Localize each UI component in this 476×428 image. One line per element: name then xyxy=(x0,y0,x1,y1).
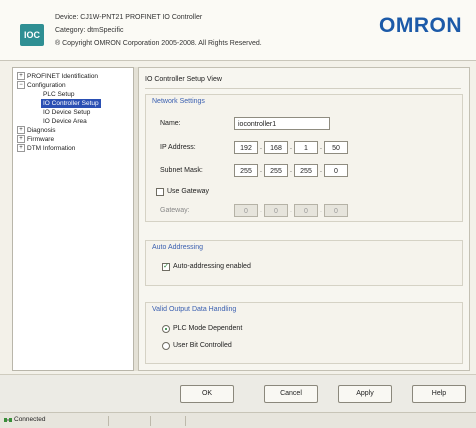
tree-item-dtm-information[interactable]: + DTM Information xyxy=(17,144,75,153)
user-bit-controlled-label: User Bit Controlled xyxy=(173,342,232,349)
gateway-label: Gateway: xyxy=(160,207,190,214)
subnet-octet-3[interactable]: 255 xyxy=(294,164,318,177)
apply-button[interactable]: Apply xyxy=(338,385,392,403)
button-bar: OK Cancel Apply Help xyxy=(0,374,476,413)
tree-item-label: DTM Information xyxy=(27,145,76,152)
tree-item-firmware[interactable]: + Firmware xyxy=(17,135,54,144)
dot: . xyxy=(320,207,322,214)
tree-item-label: Configuration xyxy=(27,82,66,89)
subnet-mask-label: Subnet Mask: xyxy=(160,167,203,174)
name-label: Name: xyxy=(160,120,181,127)
panel-title: IO Controller Setup View xyxy=(145,76,222,83)
gateway-octet-1[interactable]: 0 xyxy=(234,204,258,217)
expand-icon[interactable]: + xyxy=(17,135,25,144)
tree-item-label: Diagnosis xyxy=(27,127,56,134)
gateway-octet-3[interactable]: 0 xyxy=(294,204,318,217)
dot: . xyxy=(290,207,292,214)
dot: . xyxy=(290,167,292,174)
device-line: Device: CJ1W-PNT21 PROFINET IO Controlle… xyxy=(55,14,203,21)
expand-icon[interactable]: + xyxy=(17,72,25,81)
gateway-octet-4[interactable]: 0 xyxy=(324,204,348,217)
group-title: Auto Addressing xyxy=(152,244,203,251)
ip-octet-1[interactable]: 192 xyxy=(234,141,258,154)
plc-mode-dependent-radio[interactable] xyxy=(162,325,170,333)
title-divider xyxy=(145,88,461,89)
use-gateway-label: Use Gateway xyxy=(167,188,210,195)
subnet-octet-2[interactable]: 255 xyxy=(264,164,288,177)
subnet-octet-1[interactable]: 255 xyxy=(234,164,258,177)
name-input[interactable]: iocontroller1 xyxy=(234,117,330,130)
auto-addressing-label: Auto-addressing enabled xyxy=(173,263,251,270)
status-separator xyxy=(185,416,186,426)
valid-output-data-group: Valid Output Data Handling PLC Mode Depe… xyxy=(145,302,463,364)
tree-item-label: PROFINET Identification xyxy=(27,73,99,80)
tree-item-profinet-identification[interactable]: + PROFINET Identification xyxy=(17,72,98,81)
tree-item-io-device-area[interactable]: IO Device Area xyxy=(43,117,87,126)
ok-button[interactable]: OK xyxy=(180,385,234,403)
status-text: Connected xyxy=(14,416,46,423)
collapse-icon[interactable]: − xyxy=(17,81,25,90)
dot: . xyxy=(260,207,262,214)
ip-octet-3[interactable]: 1 xyxy=(294,141,318,154)
tree-item-label: Firmware xyxy=(27,136,55,143)
user-bit-controlled-radio[interactable] xyxy=(162,342,170,350)
radio-selected-dot xyxy=(165,328,167,330)
plc-mode-dependent-label: PLC Mode Dependent xyxy=(173,325,243,332)
status-separator xyxy=(150,416,151,426)
dot: . xyxy=(290,144,292,151)
ip-octet-4[interactable]: 50 xyxy=(324,141,348,154)
auto-addressing-checkbox[interactable]: ✓ xyxy=(162,263,170,271)
tree-item-diagnosis[interactable]: + Diagnosis xyxy=(17,126,56,135)
help-button[interactable]: Help xyxy=(412,385,466,403)
auto-addressing-group: Auto Addressing ✓ Auto-addressing enable… xyxy=(145,240,463,286)
copyright-line: ® Copyright OMRON Corporation 2005-2008.… xyxy=(55,40,262,47)
expand-icon[interactable]: + xyxy=(17,144,25,153)
category-line: Category: dtmSpecific xyxy=(55,27,124,34)
io-controller-setup-panel: IO Controller Setup View Network Setting… xyxy=(138,67,470,371)
dot: . xyxy=(260,144,262,151)
header: IOC Device: CJ1W-PNT21 PROFINET IO Contr… xyxy=(0,0,476,61)
dot: . xyxy=(320,167,322,174)
tree-item-plc-setup[interactable]: PLC Setup xyxy=(43,90,74,99)
dot: . xyxy=(320,144,322,151)
content-area: + PROFINET Identification − Configuration … xyxy=(0,61,476,373)
expand-icon[interactable]: + xyxy=(17,126,25,135)
navigation-tree: + PROFINET Identification − Configuration … xyxy=(12,67,134,371)
tree-item-configuration[interactable]: − Configuration xyxy=(17,81,66,90)
cancel-button[interactable]: Cancel xyxy=(264,385,318,403)
gateway-octet-2[interactable]: 0 xyxy=(264,204,288,217)
network-settings-group: Network Settings Name: iocontroller1 IP … xyxy=(145,94,463,222)
ioc-app-icon: IOC xyxy=(20,24,44,46)
connection-icon xyxy=(4,418,12,422)
subnet-octet-4[interactable]: 0 xyxy=(324,164,348,177)
tree-item-io-device-setup[interactable]: IO Device Setup xyxy=(43,108,90,117)
group-title: Valid Output Data Handling xyxy=(152,306,237,313)
status-separator xyxy=(108,416,109,426)
group-title: Network Settings xyxy=(152,98,205,105)
omron-logo: OMRON xyxy=(379,14,462,37)
tree-item-io-controller-setup[interactable]: IO Controller Setup xyxy=(41,99,101,108)
use-gateway-checkbox[interactable] xyxy=(156,188,164,196)
dot: . xyxy=(260,167,262,174)
check-mark-icon: ✓ xyxy=(163,263,169,270)
ip-address-label: IP Address: xyxy=(160,144,196,151)
ip-octet-2[interactable]: 168 xyxy=(264,141,288,154)
status-bar: Connected xyxy=(0,412,476,428)
